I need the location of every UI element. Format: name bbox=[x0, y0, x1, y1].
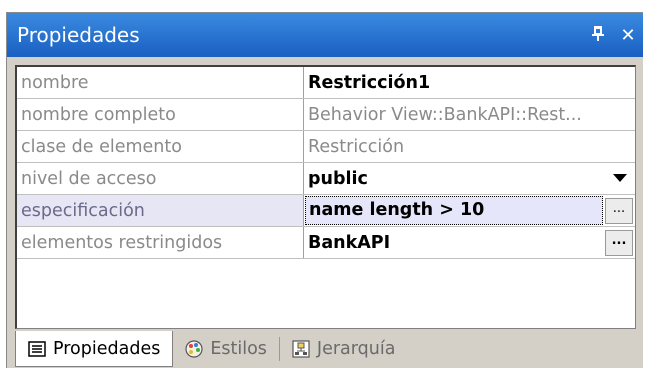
ellipsis-button[interactable]: ... bbox=[605, 198, 633, 224]
constrained-elements-cell[interactable]: BankAPI ... bbox=[303, 226, 635, 259]
property-value: public bbox=[308, 168, 368, 189]
property-value: Restricción bbox=[303, 130, 635, 163]
property-value: Behavior View::BankAPI::Rest... bbox=[303, 98, 635, 131]
property-name: especificación bbox=[17, 194, 304, 227]
property-name: clase de elemento bbox=[17, 130, 304, 163]
palette-icon bbox=[185, 340, 203, 358]
pin-icon[interactable] bbox=[583, 25, 613, 46]
property-name: elementos restringidos bbox=[17, 226, 304, 259]
property-value: BankAPI bbox=[308, 232, 391, 253]
dropdown-arrow-icon[interactable] bbox=[613, 174, 627, 182]
close-icon[interactable]: ✕ bbox=[613, 25, 643, 46]
property-value[interactable]: Restricción1 bbox=[303, 67, 635, 99]
property-row[interactable]: clase de elemento Restricción bbox=[17, 130, 635, 163]
tab-label: Propiedades bbox=[53, 338, 161, 359]
property-name: nombre completo bbox=[17, 98, 304, 131]
hierarchy-icon bbox=[292, 340, 310, 358]
property-row[interactable]: especificación name length > 10 ... bbox=[17, 194, 635, 227]
title-bar: Propiedades ✕ bbox=[7, 13, 643, 57]
property-row[interactable]: elementos restringidos BankAPI ... bbox=[17, 226, 635, 259]
properties-icon bbox=[28, 340, 46, 358]
property-grid: nombre Restricción1 nombre completo Beha… bbox=[15, 65, 636, 329]
property-name: nivel de acceso bbox=[17, 162, 304, 195]
property-row[interactable]: nombre completo Behavior View::BankAPI::… bbox=[17, 98, 635, 131]
ellipsis-button[interactable]: ... bbox=[605, 230, 633, 256]
tab-styles[interactable]: Estilos bbox=[173, 331, 279, 367]
tab-label: Jerarquía bbox=[316, 339, 396, 359]
panel-title: Propiedades bbox=[17, 23, 140, 47]
tab-properties[interactable]: Propiedades bbox=[15, 331, 174, 367]
properties-panel: Propiedades ✕ nombre Restricción1 nombre… bbox=[6, 12, 643, 368]
specification-input[interactable]: name length > 10 bbox=[305, 196, 603, 225]
access-level-select[interactable]: public bbox=[303, 162, 635, 195]
tab-label: Estilos bbox=[210, 339, 267, 359]
tab-bar: Propiedades Estilos Jerarquía bbox=[15, 331, 643, 367]
property-row[interactable]: nivel de acceso public bbox=[17, 162, 635, 195]
property-name: nombre bbox=[17, 67, 304, 99]
property-row[interactable]: nombre Restricción1 bbox=[17, 67, 635, 99]
tab-hierarchy[interactable]: Jerarquía bbox=[280, 331, 408, 367]
specification-cell[interactable]: name length > 10 ... bbox=[303, 194, 635, 227]
